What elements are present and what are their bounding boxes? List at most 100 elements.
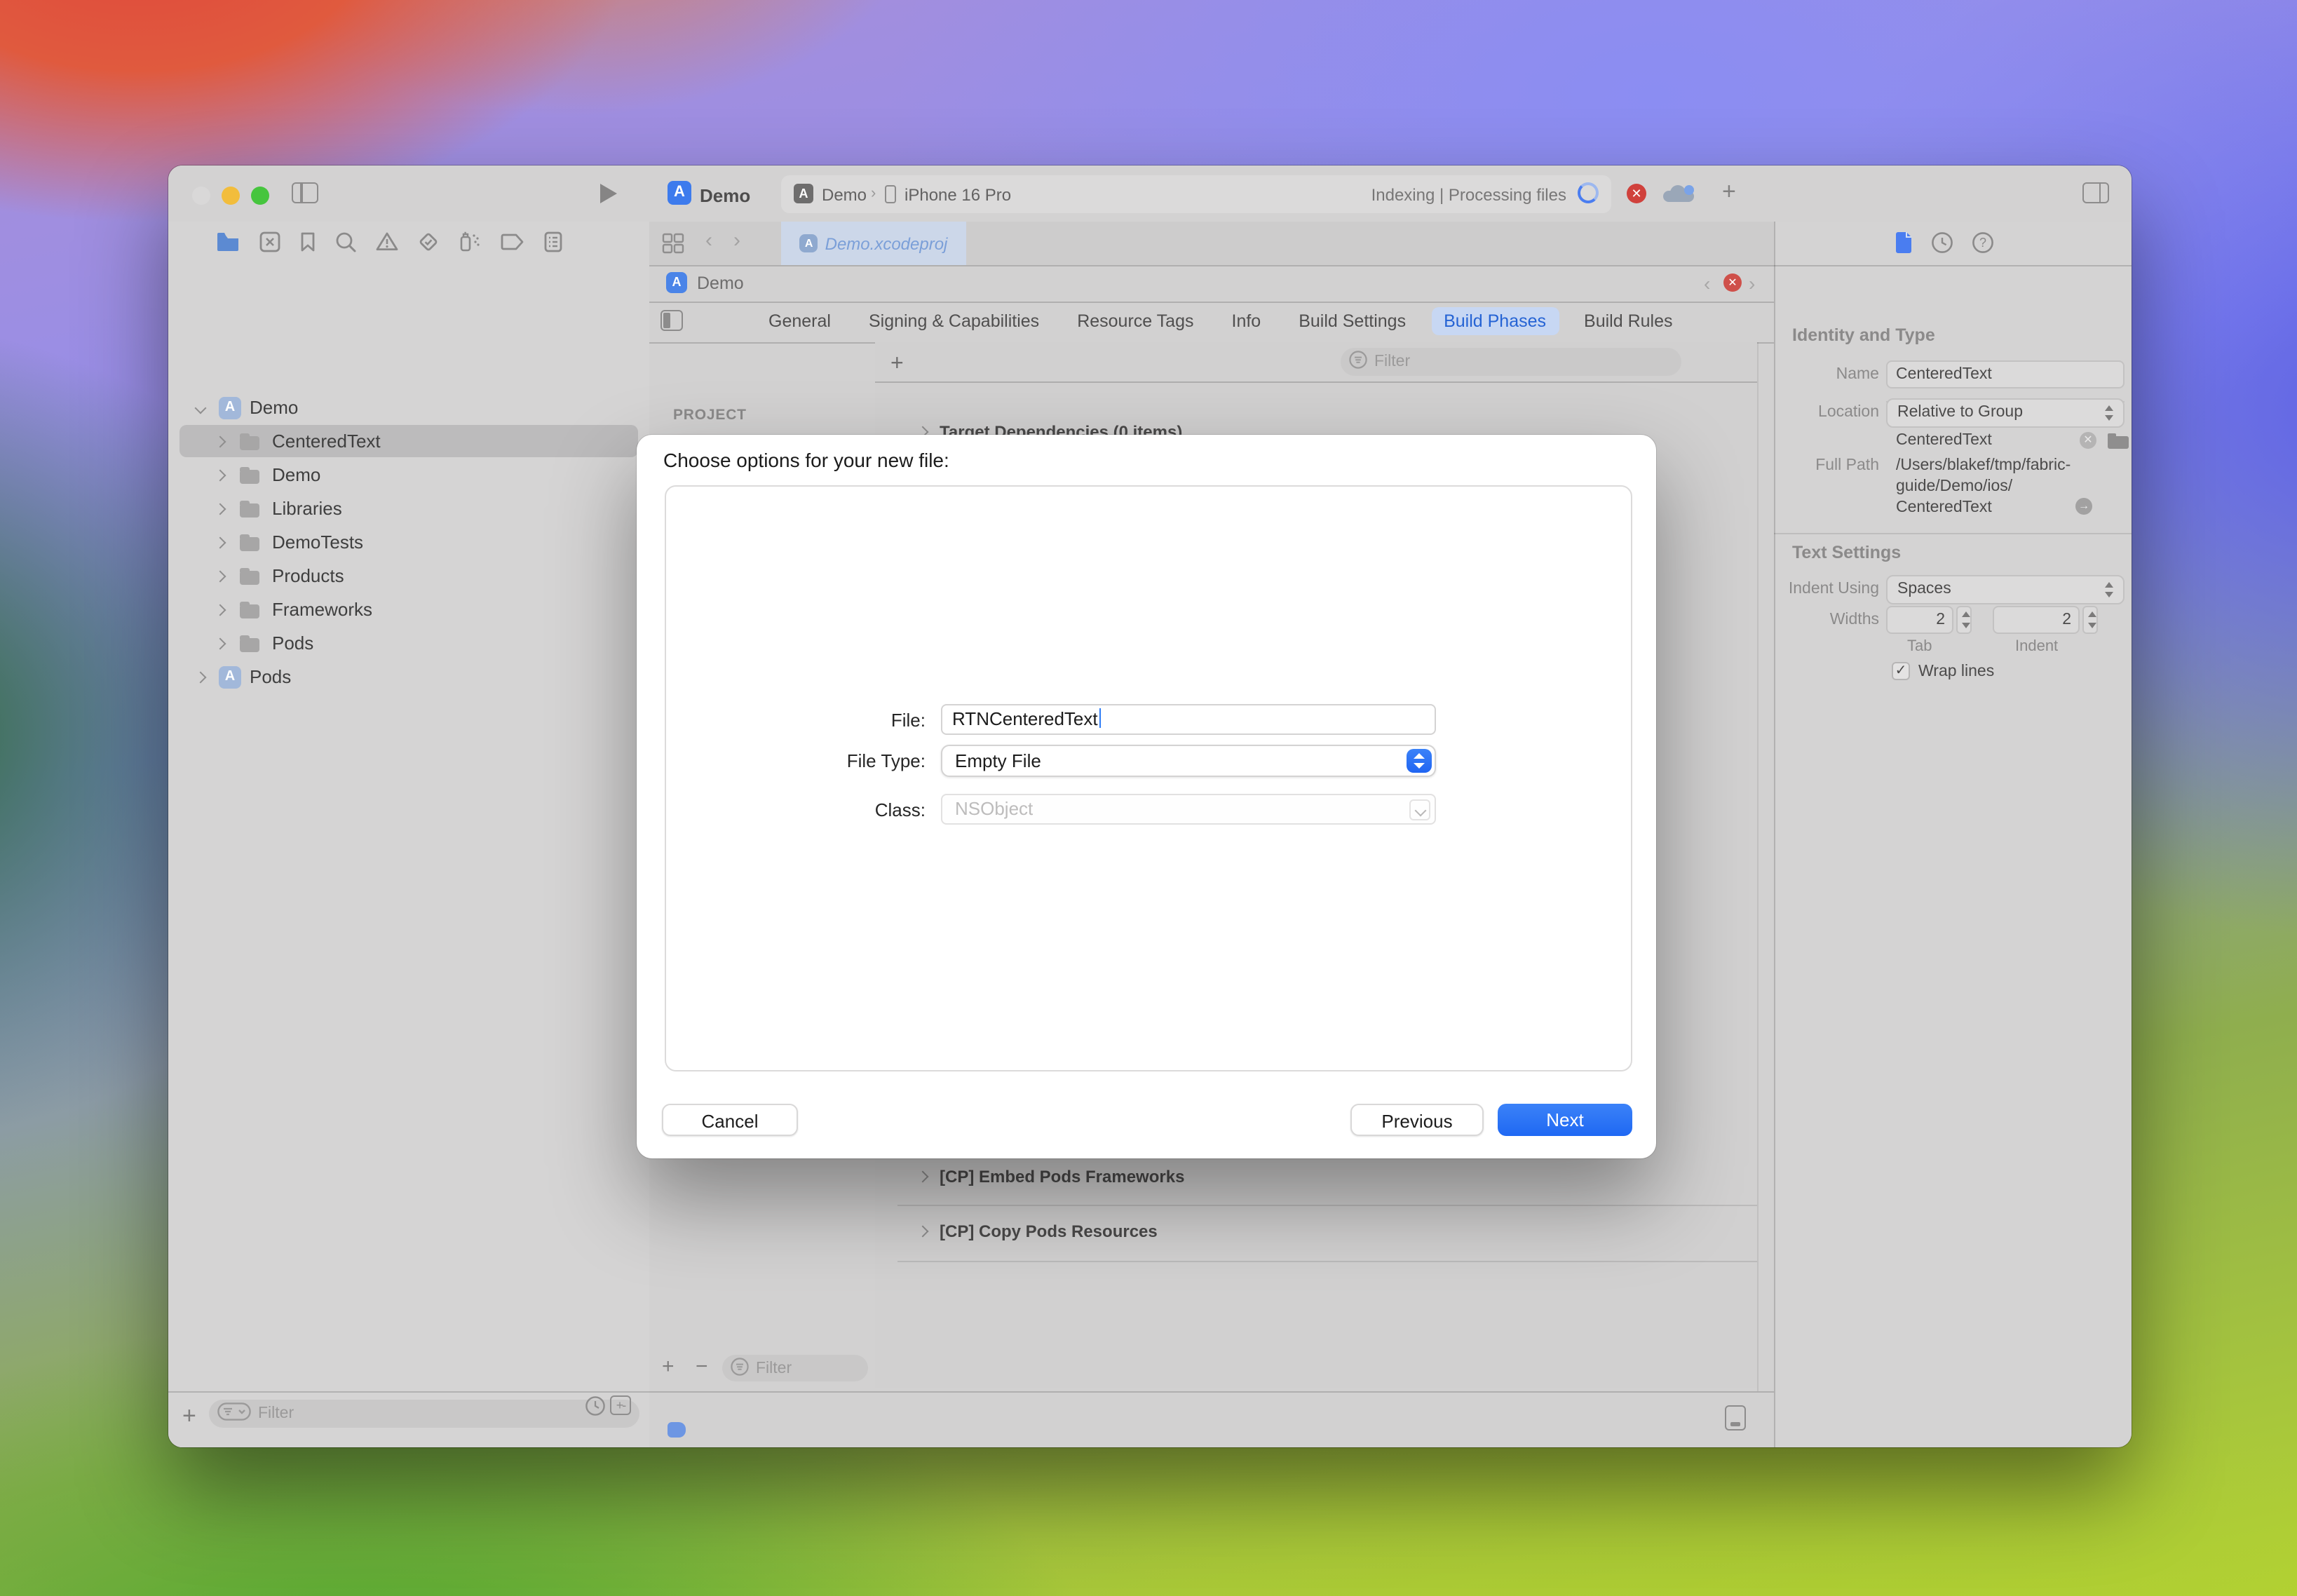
scheme-app-icon: A xyxy=(794,184,813,203)
disclosure-chevron-icon[interactable] xyxy=(215,536,226,548)
tab-width-field[interactable]: 2 xyxy=(1886,606,1953,634)
full-path-line: CenteredText xyxy=(1896,499,1992,516)
editor-sidebar-toggle-icon[interactable] xyxy=(660,310,683,331)
disclosure-chevron-icon[interactable] xyxy=(215,503,226,515)
location-dropdown[interactable]: Relative to Group xyxy=(1886,398,2125,428)
file-inspector-icon[interactable] xyxy=(1895,231,1913,261)
editor-tab-bar: ‹ › A Demo.xcodeproj ⇄ + xyxy=(649,222,1774,265)
indent-caption: Indent xyxy=(2015,638,2058,655)
inspector-pane: ? Identity and Type Name CenteredText Lo… xyxy=(1774,222,2132,1447)
disclosure-chevron-icon[interactable] xyxy=(215,435,226,447)
clear-icon[interactable]: ✕ xyxy=(2080,432,2096,449)
breakpoint-navigator-icon[interactable] xyxy=(501,232,524,250)
recent-files-clock-icon[interactable] xyxy=(585,1395,606,1423)
left-sidebar-toggle-icon[interactable] xyxy=(292,182,318,203)
tab-build-rules[interactable]: Build Rules xyxy=(1571,307,1685,335)
name-field[interactable]: CenteredText xyxy=(1886,360,2125,388)
phase-row-copy-pods[interactable]: [CP] Copy Pods Resources xyxy=(875,1215,1757,1248)
disclosure-chevron-icon[interactable] xyxy=(215,469,226,481)
help-inspector-icon[interactable]: ? xyxy=(1972,231,1994,261)
add-file-button[interactable]: + xyxy=(182,1402,196,1431)
tree-item-demo-group[interactable]: Demo xyxy=(179,459,638,491)
previous-button[interactable]: Previous xyxy=(1350,1104,1484,1136)
tree-item-demo-project[interactable]: A Demo xyxy=(179,391,638,424)
tree-item-demotests[interactable]: DemoTests xyxy=(179,526,638,558)
add-target-button[interactable]: + xyxy=(662,1355,675,1379)
tab-demo-xcodeproj[interactable]: A Demo.xcodeproj xyxy=(781,222,966,265)
cancel-button[interactable]: Cancel xyxy=(662,1104,798,1136)
reveal-path-icon[interactable]: → xyxy=(2075,498,2092,515)
indent-using-dropdown[interactable]: Spaces xyxy=(1886,575,2125,604)
file-type-dropdown[interactable]: Empty File xyxy=(941,745,1436,777)
folder-icon xyxy=(240,635,262,651)
tab-build-settings[interactable]: Build Settings xyxy=(1286,307,1418,335)
previous-issue-icon[interactable]: ‹ xyxy=(1704,272,1710,295)
error-count-badge[interactable]: ✕ xyxy=(1627,184,1646,203)
zoom-window-button[interactable] xyxy=(251,187,269,205)
next-button[interactable]: Next xyxy=(1498,1104,1632,1136)
issue-navigator-icon[interactable] xyxy=(376,231,398,251)
close-window-button[interactable] xyxy=(192,187,210,205)
minimize-window-button[interactable] xyxy=(222,187,240,205)
bookmark-navigator-icon[interactable] xyxy=(300,231,316,252)
filter-placeholder: Filter xyxy=(756,1360,792,1377)
class-combobox[interactable]: NSObject xyxy=(941,794,1436,825)
scm-status-filter-icon[interactable]: +- xyxy=(610,1395,631,1415)
tab-width-stepper[interactable] xyxy=(1956,606,1972,634)
disclosure-chevron-icon[interactable] xyxy=(215,570,226,582)
navigator-filter-bar: + Filter +- xyxy=(168,1391,649,1447)
disclosure-chevron-icon[interactable] xyxy=(195,671,207,683)
tab-overview-grid-icon[interactable] xyxy=(662,233,684,261)
source-control-navigator-icon[interactable] xyxy=(259,231,280,252)
tab-info[interactable]: Info xyxy=(1219,307,1274,335)
right-sidebar-toggle-icon[interactable] xyxy=(2082,182,2109,203)
run-button[interactable] xyxy=(600,184,617,203)
activity-status-bar[interactable]: A Demo › iPhone 16 Pro Indexing | Proces… xyxy=(781,175,1611,213)
device-preview-icon[interactable] xyxy=(1725,1405,1746,1431)
tab-signing-capabilities[interactable]: Signing & Capabilities xyxy=(856,307,1052,335)
tree-item-pods-group[interactable]: Pods xyxy=(179,627,638,659)
indent-width-stepper[interactable] xyxy=(2082,606,2098,634)
file-name-input[interactable]: RTNCenteredText xyxy=(941,704,1436,735)
disclosure-chevron-icon[interactable] xyxy=(215,604,226,616)
report-navigator-icon[interactable] xyxy=(544,231,562,252)
breadcrumb[interactable]: Demo xyxy=(697,273,744,293)
indent-width-field[interactable]: 2 xyxy=(1993,606,2080,634)
project-navigator-icon[interactable] xyxy=(216,231,240,251)
add-build-phase-button[interactable]: + xyxy=(890,352,904,377)
remove-target-button[interactable]: − xyxy=(696,1355,708,1379)
folder-icon xyxy=(240,601,262,618)
tree-item-libraries[interactable]: Libraries xyxy=(179,492,638,525)
tab-build-phases[interactable]: Build Phases xyxy=(1431,307,1559,335)
run-destination[interactable]: iPhone 16 Pro xyxy=(904,185,1011,205)
back-icon[interactable]: ‹ xyxy=(705,229,712,252)
next-issue-icon[interactable]: › xyxy=(1749,272,1755,295)
phases-filter-input[interactable]: Filter xyxy=(1341,348,1681,376)
folder-icon xyxy=(240,433,262,449)
forward-icon[interactable]: › xyxy=(733,229,740,252)
search-navigator-icon[interactable] xyxy=(335,231,356,252)
wrap-lines-checkbox[interactable]: ✓ xyxy=(1892,662,1910,680)
targets-filter-input[interactable]: Filter xyxy=(722,1355,868,1381)
target-chip-icon[interactable] xyxy=(668,1422,686,1438)
history-inspector-icon[interactable] xyxy=(1931,231,1953,261)
tree-item-centeredtext[interactable]: CenteredText xyxy=(179,425,638,457)
disclosure-chevron-icon[interactable] xyxy=(195,402,207,414)
disclosure-chevron-icon[interactable] xyxy=(917,1226,929,1238)
tab-general[interactable]: General xyxy=(756,307,843,335)
phase-row-embed-pods[interactable]: [CP] Embed Pods Frameworks xyxy=(875,1160,1757,1193)
disclosure-chevron-icon[interactable] xyxy=(215,637,226,649)
tab-resource-tags[interactable]: Resource Tags xyxy=(1064,307,1206,335)
debug-navigator-icon[interactable] xyxy=(459,230,481,252)
disclosure-chevron-icon[interactable] xyxy=(917,1171,929,1183)
navigator-filter-input[interactable]: Filter xyxy=(209,1400,639,1428)
issue-badge[interactable]: ✕ xyxy=(1723,273,1742,292)
library-add-icon[interactable]: + xyxy=(1722,178,1736,206)
scheme-name[interactable]: Demo xyxy=(822,185,867,205)
test-navigator-icon[interactable] xyxy=(418,231,439,252)
choose-folder-icon[interactable] xyxy=(2108,433,2129,449)
tree-item-pods-project[interactable]: A Pods xyxy=(179,661,638,693)
tree-item-frameworks[interactable]: Frameworks xyxy=(179,593,638,625)
tree-item-products[interactable]: Products xyxy=(179,560,638,592)
identity-section-header: Identity and Type xyxy=(1792,325,1935,345)
